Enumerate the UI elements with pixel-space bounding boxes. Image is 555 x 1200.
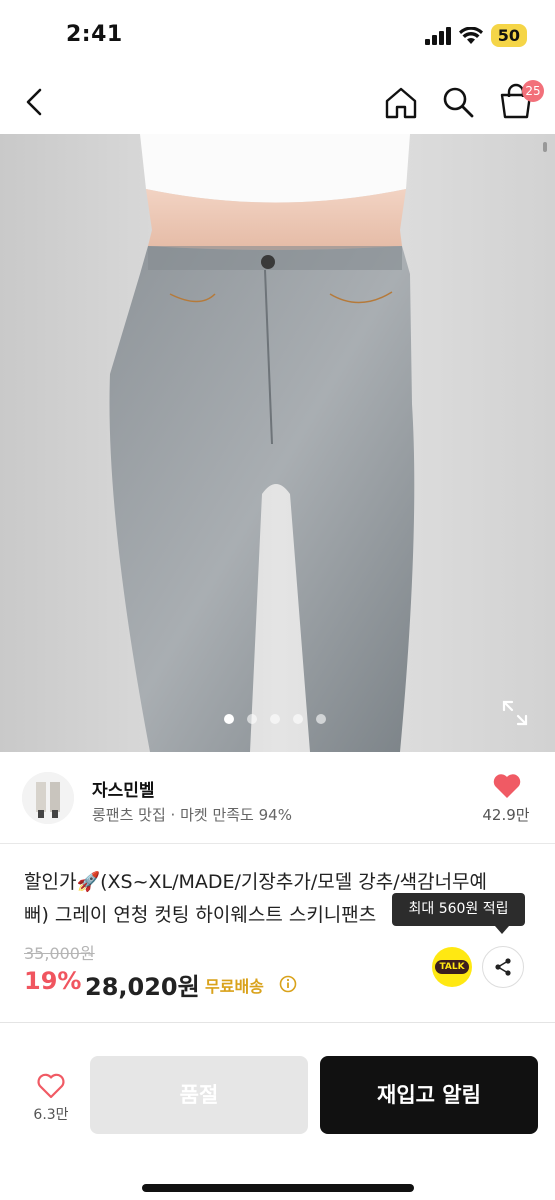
product-image[interactable]: [0, 134, 555, 752]
cellular-signal-icon: [424, 26, 451, 45]
cart-count-badge: 25: [522, 80, 544, 102]
talk-icon: TALK: [435, 960, 469, 974]
scroll-indicator: [543, 142, 547, 152]
nav-bar: [0, 70, 555, 134]
wifi-icon: [458, 26, 483, 44]
heart-outline-icon: [37, 1073, 65, 1099]
info-icon[interactable]: [279, 975, 297, 993]
home-indicator: [142, 1184, 414, 1192]
wishlist-count: 6.3만: [33, 1107, 69, 1123]
carousel-dot[interactable]: [224, 714, 234, 724]
shop-avatar[interactable]: [22, 772, 74, 824]
home-icon[interactable]: [382, 84, 420, 122]
battery-level: 50: [490, 24, 527, 47]
free-shipping-label: 무료배송: [205, 977, 264, 996]
sale-price: 28,020원: [85, 973, 200, 1001]
carousel-dot[interactable]: [293, 714, 303, 724]
discount-rate: 19%: [24, 967, 82, 995]
shop-description: 롱팬츠 맛집 · 마켓 만족도 94%: [92, 806, 292, 824]
tooltip-arrow: [495, 926, 509, 934]
heart-filled-icon[interactable]: [492, 772, 522, 800]
back-arrow-icon[interactable]: [18, 84, 54, 120]
wishlist-button[interactable]: [28, 1072, 74, 1104]
status-bar: 2:41 50: [0, 0, 555, 70]
search-icon[interactable]: [440, 84, 476, 120]
expand-icon[interactable]: [500, 698, 530, 728]
shop-avatar-image: [22, 772, 74, 824]
restock-alert-button[interactable]: 재입고 알림: [320, 1056, 538, 1134]
carousel-dot[interactable]: [270, 714, 280, 724]
share-icon: [495, 958, 511, 976]
kakao-talk-button[interactable]: TALK: [432, 947, 472, 987]
original-price: 35,000원: [24, 944, 95, 963]
points-tooltip: 최대 560원 적립: [392, 893, 525, 926]
shop-like-count: 42.9만: [482, 806, 530, 824]
divider: [0, 1022, 555, 1023]
carousel-dots: [224, 714, 326, 724]
share-button[interactable]: [482, 946, 524, 988]
shop-name[interactable]: 자스민벨: [92, 776, 155, 801]
soldout-button: 품절: [90, 1056, 308, 1134]
product-photo: [0, 134, 555, 752]
status-time: 2:41: [66, 22, 123, 47]
carousel-dot[interactable]: [247, 714, 257, 724]
carousel-dot[interactable]: [316, 714, 326, 724]
shop-info[interactable]: 자스민벨 롱팬츠 맛집 · 마켓 만족도 94% 42.9만: [0, 752, 555, 844]
status-indicators: 50: [424, 24, 527, 47]
